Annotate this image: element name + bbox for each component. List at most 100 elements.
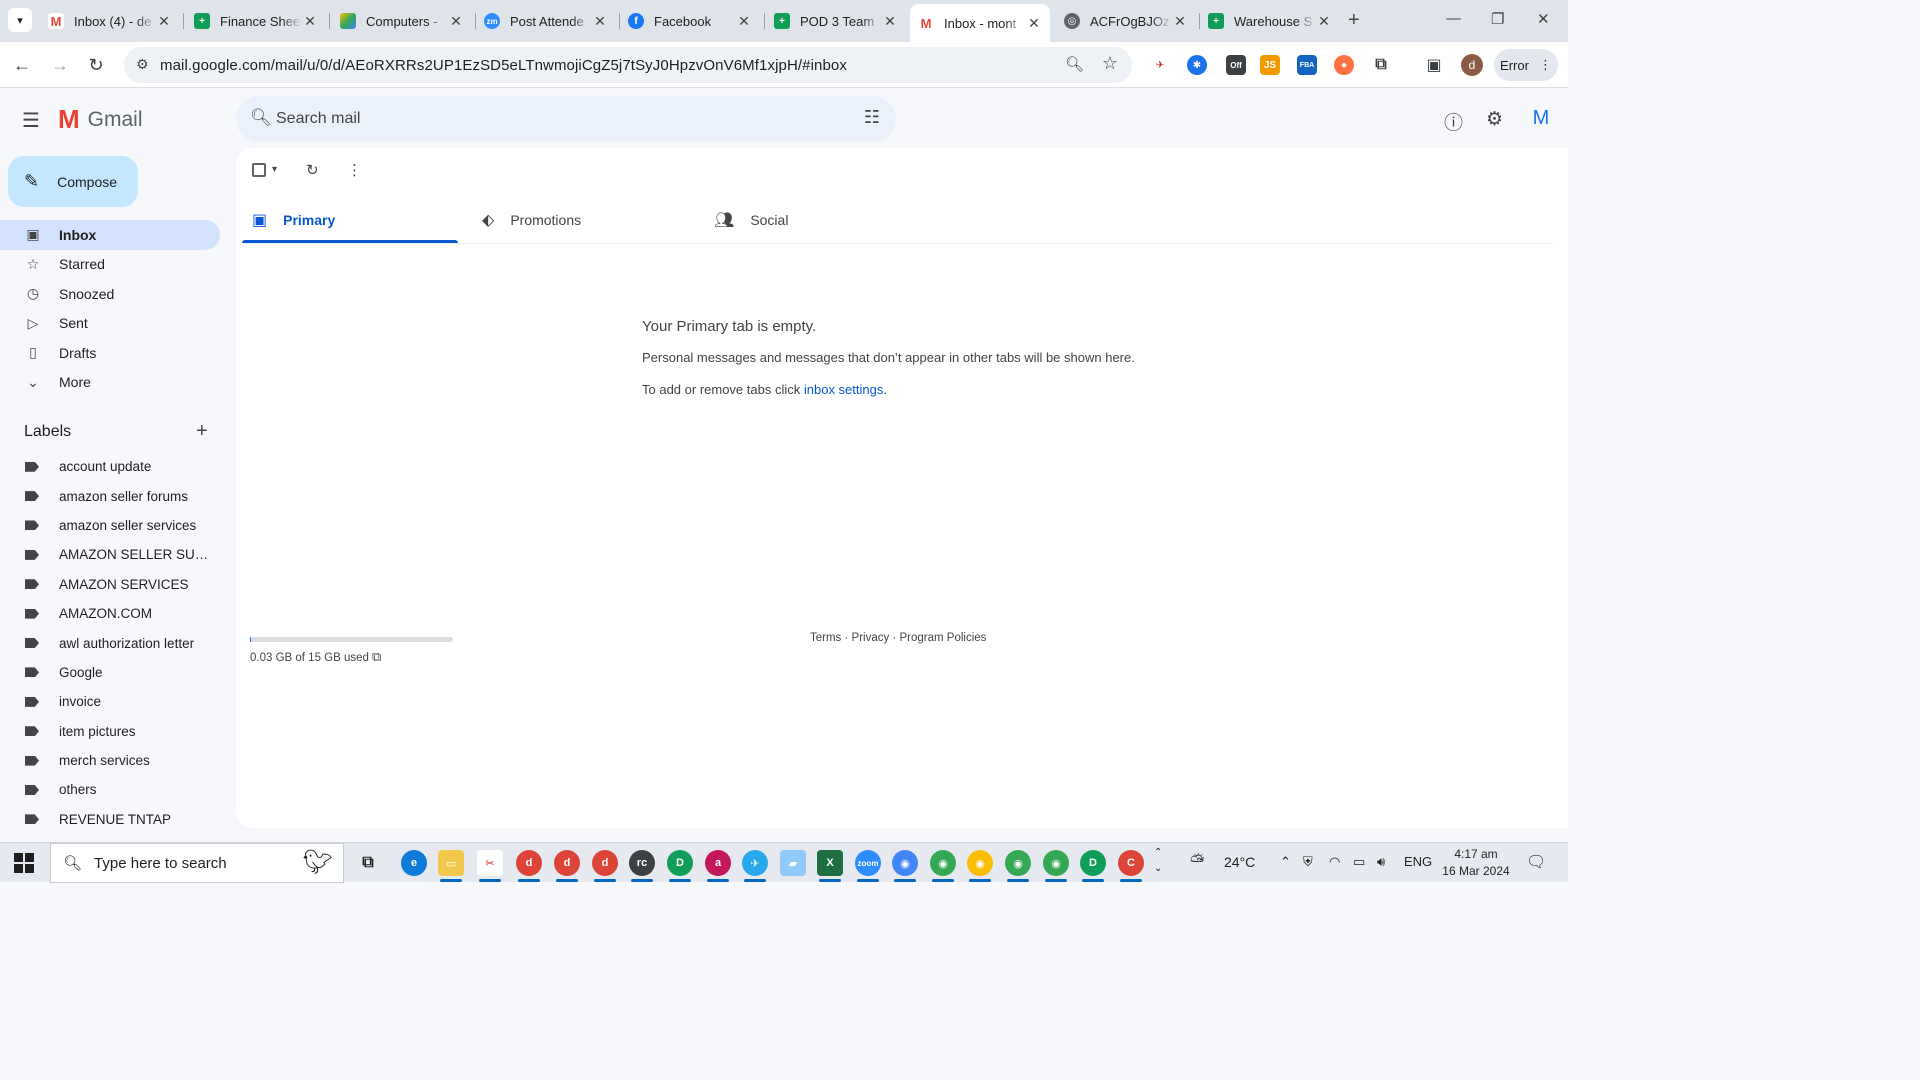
close-tab-icon[interactable]: ✕ (302, 13, 318, 30)
close-tab-icon[interactable]: ✕ (882, 13, 898, 30)
extension-js-icon[interactable]: JS (1260, 55, 1280, 75)
close-tab-icon[interactable]: ✕ (1316, 13, 1332, 30)
excel-icon[interactable]: X (817, 850, 843, 882)
privacy-link[interactable]: Privacy (852, 632, 890, 644)
browser-tab[interactable]: f Facebook ✕ (620, 6, 760, 36)
wifi-icon[interactable]: ◠ (1329, 854, 1340, 870)
sidebar-item-drafts[interactable]: ▯ Drafts (0, 338, 220, 368)
help-icon[interactable]: ⓘ (1444, 108, 1463, 135)
close-tab-icon[interactable]: ✕ (736, 13, 752, 30)
close-tab-icon[interactable]: ✕ (1026, 15, 1042, 32)
compose-button[interactable]: ✎ Compose (8, 156, 138, 207)
browser-tab[interactable]: zm Post Attende ✕ (476, 6, 616, 36)
label-item[interactable]: AMAZON.COM (0, 599, 220, 628)
extension-fba-icon[interactable]: FBA (1297, 55, 1317, 75)
close-window-icon[interactable]: ✕ (1537, 10, 1550, 28)
label-item[interactable]: Google (0, 658, 220, 687)
label-item[interactable]: REVENUE TNTAP (0, 805, 220, 834)
search-input[interactable] (276, 106, 836, 132)
tab-promotions[interactable]: ⬖ Promotions (482, 196, 581, 244)
taskbar-search[interactable]: 🔍︎ Type here to search 🐦︎ (50, 843, 344, 883)
label-item[interactable]: account update (0, 452, 220, 481)
more-options-icon[interactable]: ⋮ (347, 161, 362, 179)
chrome-profile-icon[interactable]: C (1118, 850, 1144, 882)
error-chip[interactable]: Error ⋮ (1494, 49, 1558, 81)
close-tab-icon[interactable]: ✕ (156, 13, 172, 30)
extension-orange-icon[interactable]: ● (1334, 55, 1354, 75)
sidebar-item-snoozed[interactable]: ◷ Snoozed (0, 279, 220, 309)
weather-icon[interactable]: ⛅︎ (1190, 851, 1204, 872)
chrome-profile-icon[interactable]: d (554, 850, 580, 882)
minimize-icon[interactable]: — (1446, 10, 1461, 27)
telegram-icon[interactable]: ✈ (742, 850, 768, 882)
browser-tab-active[interactable]: M Inbox - mont ✕ (910, 4, 1050, 42)
browser-tab[interactable]: ◎ ACFrOgBJOz ✕ (1056, 6, 1196, 36)
tab-social[interactable]: 👥︎ Social (714, 196, 788, 244)
extension-1-icon[interactable]: ✈ (1150, 55, 1170, 75)
address-bar[interactable]: ⚙ mail.google.com/mail/u/0/d/AEoRXRRs2UP… (124, 47, 1132, 83)
inbox-settings-link[interactable]: inbox settings (804, 382, 884, 397)
site-info-icon[interactable]: ⚙ (136, 56, 149, 73)
label-item[interactable]: amazon seller services (0, 511, 220, 540)
side-panel-icon[interactable]: ▣ (1424, 55, 1444, 75)
select-dropdown-chevron-icon[interactable]: ▾ (272, 164, 277, 175)
notes-app-icon[interactable]: ▰ (780, 850, 806, 876)
open-external-icon[interactable]: ⧉ (372, 649, 381, 665)
sidebar-item-more[interactable]: ⌄ More (0, 368, 220, 398)
terms-link[interactable]: Terms (810, 632, 841, 644)
settings-gear-icon[interactable]: ⚙ (1486, 108, 1503, 131)
restore-icon[interactable]: ❐ (1491, 10, 1504, 28)
account-avatar[interactable]: M (1527, 104, 1555, 132)
close-tab-icon[interactable]: ✕ (448, 13, 464, 30)
label-item[interactable]: invoice (0, 687, 220, 716)
search-icon[interactable]: 🔍︎ (250, 108, 272, 128)
extension-off-icon[interactable]: Off (1226, 55, 1246, 75)
url-text[interactable]: mail.google.com/mail/u/0/d/AEoRXRRs2UP1E… (160, 57, 847, 74)
new-tab-icon[interactable]: + (1348, 9, 1360, 32)
chrome-profile-icon[interactable]: ◉ (1005, 850, 1031, 882)
chrome-profile-icon[interactable]: rc (629, 850, 655, 882)
snipping-tool-icon[interactable]: ✂ (477, 850, 503, 882)
browser-tab[interactable]: + POD 3 Team ✕ (766, 6, 906, 36)
chrome-profile-icon[interactable]: D (667, 850, 693, 882)
zoom-app-icon[interactable]: zoom (855, 850, 881, 882)
label-item[interactable]: others (0, 775, 220, 804)
label-item[interactable]: AMAZON SERVICES (0, 570, 220, 599)
chrome-profile-icon[interactable]: D (1080, 850, 1106, 882)
tab-primary[interactable]: ▣ Primary (252, 196, 335, 244)
clock[interactable]: 4:17 am 16 Mar 2024 (1440, 846, 1512, 880)
taskbar-scroll-icon[interactable]: ⌃ ⌄ (1154, 845, 1162, 877)
task-view-icon[interactable]: ⧉ (355, 850, 381, 876)
notifications-icon[interactable]: 🗨︎ (1526, 852, 1546, 872)
sidebar-item-sent[interactable]: ▷ Sent (0, 309, 220, 339)
chrome-profile-icon[interactable]: d (592, 850, 618, 882)
chrome-profile-icon[interactable]: ◉ (930, 850, 956, 882)
forward-icon[interactable]: → (48, 53, 72, 77)
show-hidden-icons-icon[interactable]: ⌃ (1280, 854, 1291, 870)
browser-tab[interactable]: M Inbox (4) - de ✕ (40, 6, 180, 36)
add-label-icon[interactable]: + (196, 420, 208, 443)
label-item[interactable]: AMAZON SELLER SUPP... (0, 540, 220, 569)
extension-2-icon[interactable]: ✱ (1187, 55, 1207, 75)
puzzle-icon[interactable]: ⧉ (1371, 55, 1391, 75)
refresh-icon[interactable]: ↻ (306, 161, 319, 179)
chrome-profile-icon[interactable]: d (516, 850, 542, 882)
main-menu-icon[interactable]: ☰ (22, 108, 40, 133)
bookmark-star-icon[interactable]: ☆ (1102, 53, 1118, 74)
chrome-profile-icon[interactable]: a (705, 850, 731, 882)
chrome-profile-icon[interactable]: ◉ (967, 850, 993, 882)
file-explorer-icon[interactable]: ▭ (438, 850, 464, 882)
security-icon[interactable]: ⛨ (1303, 854, 1313, 870)
close-tab-icon[interactable]: ✕ (592, 13, 608, 30)
zoom-icon[interactable]: 🔍︎ (1065, 55, 1084, 73)
browser-profile-avatar[interactable]: d (1461, 54, 1483, 76)
chrome-profile-icon[interactable]: ◉ (1043, 850, 1069, 882)
battery-icon[interactable]: ▭ (1353, 854, 1365, 870)
browser-tab[interactable]: + Warehouse S ✕ (1200, 6, 1340, 36)
browser-tab[interactable]: Computers - ✕ (332, 6, 472, 36)
browser-tab[interactable]: + Finance Shee ✕ (186, 6, 326, 36)
label-item[interactable]: item pictures (0, 717, 220, 746)
search-options-icon[interactable]: ☷ (864, 107, 880, 128)
close-tab-icon[interactable]: ✕ (1172, 13, 1188, 30)
label-item[interactable]: merch services (0, 746, 220, 775)
